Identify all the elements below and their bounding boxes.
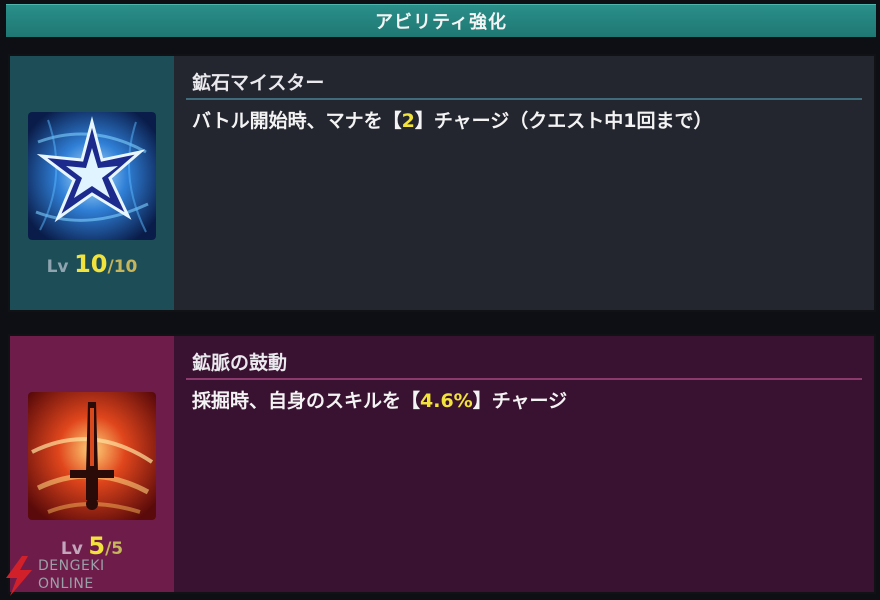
ability-description: バトル開始時、マナを【2】チャージ（クエスト中1回まで） bbox=[192, 110, 713, 132]
divider bbox=[186, 98, 862, 100]
level-max: 10 bbox=[113, 257, 138, 277]
sword-flame-icon bbox=[28, 392, 156, 520]
section-header: アビリティ強化 bbox=[6, 4, 876, 37]
ability-name: 鉱石マイスター bbox=[192, 72, 325, 94]
divider bbox=[186, 378, 862, 380]
ability-level: Lv 10/10 bbox=[46, 250, 138, 278]
ability-card[interactable]: Lv 10/10 鉱石マイスター バトル開始時、マナを【2】チャージ（クエスト中… bbox=[8, 54, 876, 312]
watermark-line1: DENGEKI bbox=[38, 558, 105, 574]
ability-description: 採掘時、自身のスキルを【4.6%】チャージ bbox=[192, 390, 568, 412]
ability-value: 4.6% bbox=[420, 390, 473, 412]
ability-name: 鉱脈の鼓動 bbox=[192, 352, 288, 374]
watermark-logo: DENGEKI ONLINE bbox=[2, 556, 132, 598]
ability-value: 2 bbox=[401, 110, 415, 132]
level-current: 10 bbox=[74, 250, 108, 278]
background-strip bbox=[0, 314, 880, 332]
ability-icon-panel: Lv 10/10 bbox=[10, 56, 174, 310]
watermark-line2: ONLINE bbox=[38, 576, 94, 592]
lightning-bolt-icon bbox=[6, 556, 32, 596]
ability-card[interactable]: Lv 5/5 鉱脈の鼓動 採掘時、自身のスキルを【4.6%】チャージ bbox=[8, 334, 876, 594]
ability-icon-panel: Lv 5/5 bbox=[10, 336, 174, 592]
star-burst-icon bbox=[28, 112, 156, 240]
section-title: アビリティ強化 bbox=[375, 12, 507, 33]
ability-detail-panel: 鉱脈の鼓動 採掘時、自身のスキルを【4.6%】チャージ bbox=[174, 336, 874, 592]
ability-detail-panel: 鉱石マイスター バトル開始時、マナを【2】チャージ（クエスト中1回まで） bbox=[174, 56, 874, 310]
